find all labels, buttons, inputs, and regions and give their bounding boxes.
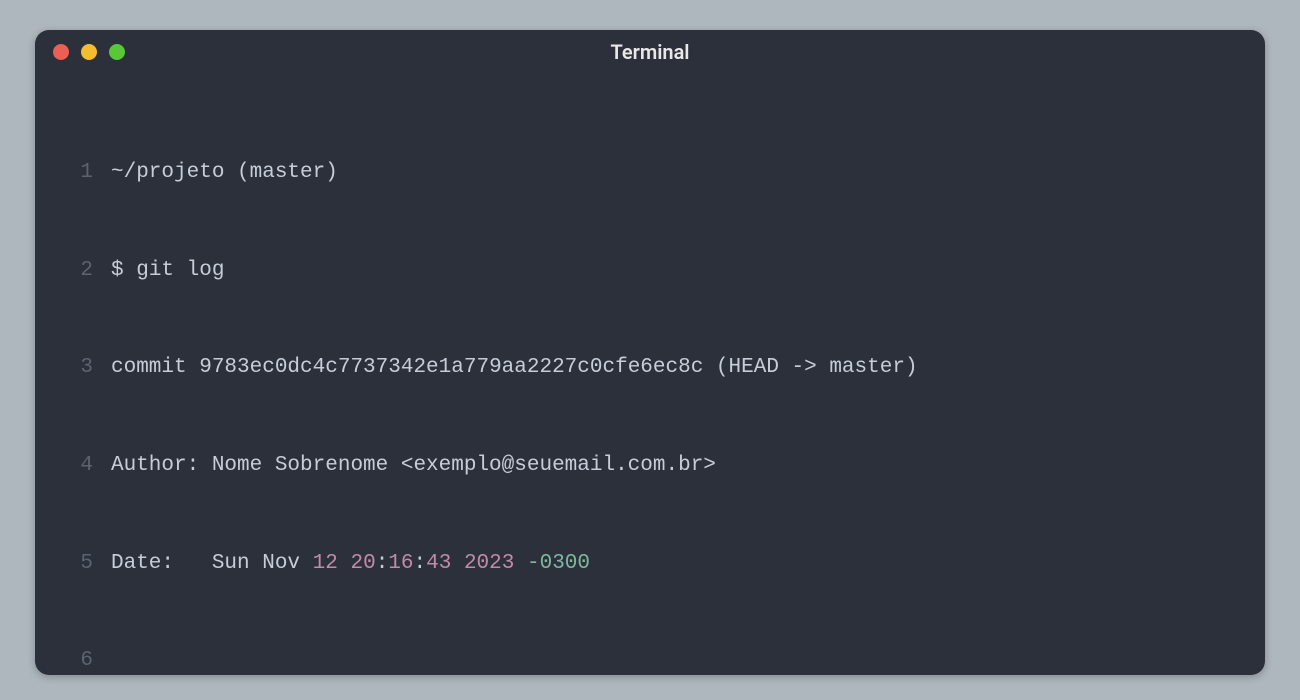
window-title: Terminal: [35, 40, 1265, 64]
terminal-body[interactable]: 1 ~/projeto (master) 2 $ git log 3 commi…: [35, 74, 1265, 675]
terminal-line: 1 ~/projeto (master): [55, 157, 1241, 190]
command-text: git log: [136, 259, 224, 282]
date-line: Date: Sun Nov 12 20:16:43 2023 -0300: [111, 548, 1241, 581]
colon: :: [376, 552, 389, 575]
author-line: Author: Nome Sobrenome <exemplo@seuemail…: [111, 450, 1241, 483]
date-ss: 43: [426, 552, 451, 575]
terminal-line: 6: [55, 645, 1241, 675]
colon: :: [414, 552, 427, 575]
terminal-window: Terminal 1 ~/projeto (master) 2 $ git lo…: [35, 30, 1265, 675]
date-mm: 16: [388, 552, 413, 575]
date-hh: 20: [350, 552, 375, 575]
minimize-icon[interactable]: [81, 44, 97, 60]
space: [451, 552, 464, 575]
line-number: 4: [55, 450, 111, 483]
commit-header: commit 9783ec0dc4c7737342e1a779aa2227c0c…: [111, 352, 1241, 385]
zoom-icon[interactable]: [109, 44, 125, 60]
space: [514, 552, 527, 575]
terminal-line: 4 Author: Nome Sobrenome <exemplo@seuema…: [55, 450, 1241, 483]
cwd-branch: ~/projeto (master): [111, 157, 1241, 190]
date-label: Date: Sun Nov: [111, 552, 313, 575]
commit-hash: 9783ec0dc4c7737342e1a779aa2227c0cfe6ec8c: [199, 356, 703, 379]
command-line: $ git log: [111, 255, 1241, 288]
space: [338, 552, 351, 575]
close-icon[interactable]: [53, 44, 69, 60]
line-number: 2: [55, 255, 111, 288]
commit-label: commit: [111, 356, 199, 379]
date-day: 12: [313, 552, 338, 575]
terminal-line: 5 Date: Sun Nov 12 20:16:43 2023 -0300: [55, 548, 1241, 581]
line-number: 6: [55, 645, 111, 675]
prompt-symbol: $: [111, 259, 136, 282]
date-offset: -0300: [527, 552, 590, 575]
terminal-line: 2 $ git log: [55, 255, 1241, 288]
window-controls: [53, 44, 125, 60]
date-year: 2023: [464, 552, 514, 575]
terminal-line: 3 commit 9783ec0dc4c7737342e1a779aa2227c…: [55, 352, 1241, 385]
titlebar: Terminal: [35, 30, 1265, 74]
commit-ref: (HEAD -> master): [703, 356, 917, 379]
line-number: 1: [55, 157, 111, 190]
line-number: 5: [55, 548, 111, 581]
line-number: 3: [55, 352, 111, 385]
